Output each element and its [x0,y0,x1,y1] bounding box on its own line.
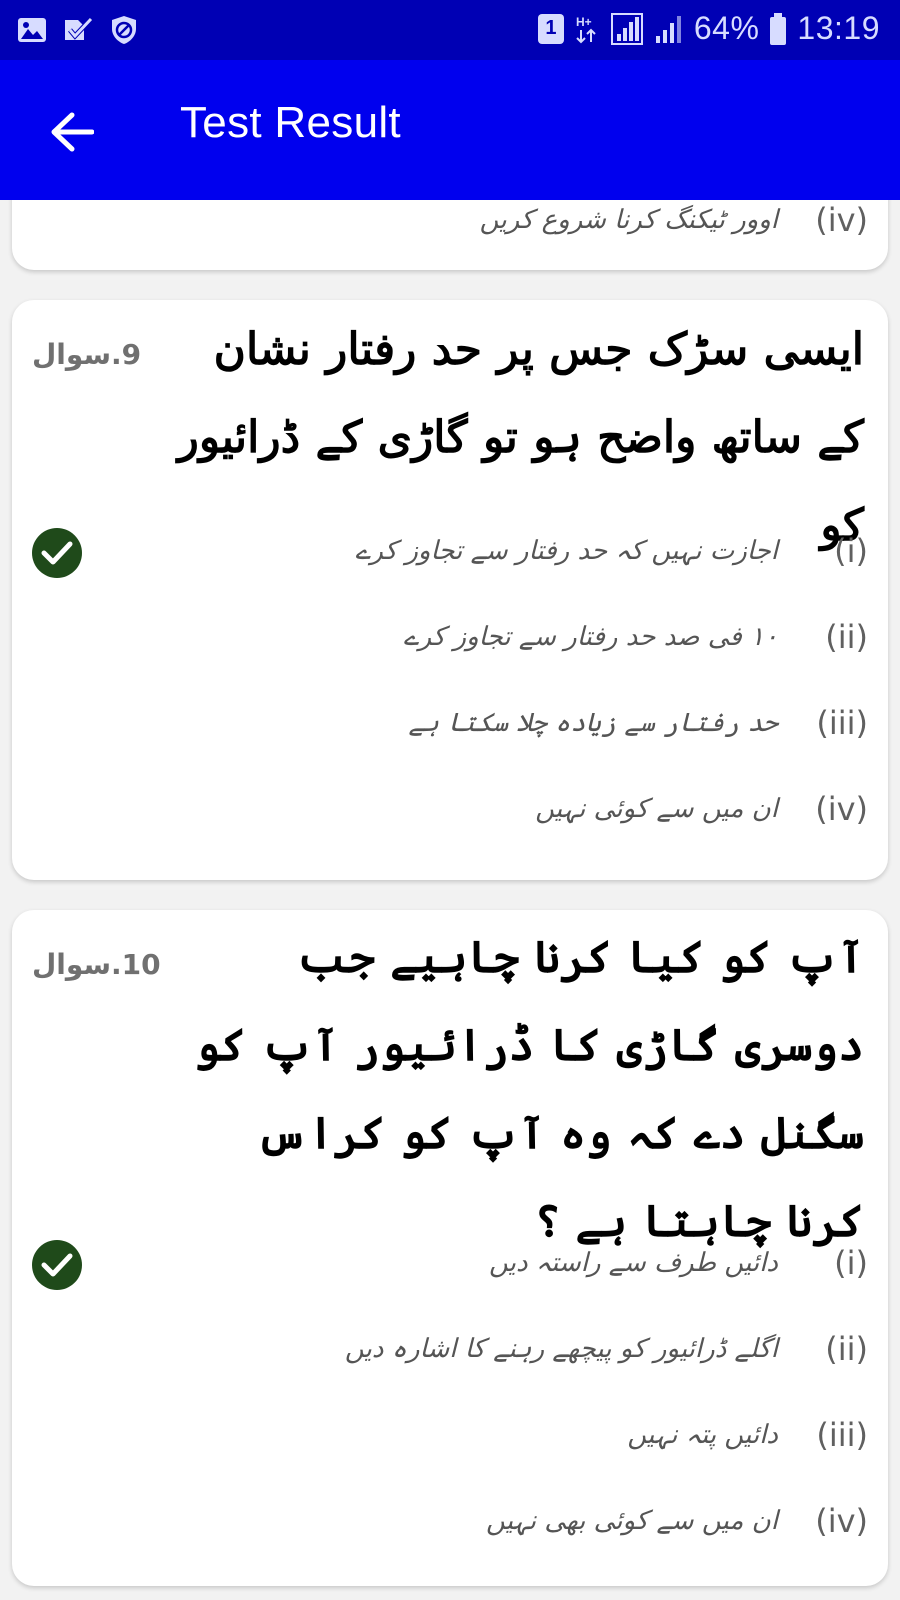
question-card: 10.سوال آپ کو کیا کرنا چاہیے جب دوسری گا… [12,910,888,1586]
question-text: آپ کو کیا کرنا چاہیے جب دوسری گاڑی کا ڈر… [194,932,864,1247]
shield-icon [112,16,136,44]
battery-percent: 64% [693,10,760,46]
option-text: ان میں سے کوئی نہیں [535,794,778,824]
option-text: دائیں پتہ نہیں [627,1420,778,1450]
option-label: (i) [834,532,868,570]
option-text: اوور ٹیکنگ کرنا شروع کریں [479,205,778,235]
signal-2-icon [655,15,681,43]
option-text: حد رفتار سے زیادہ چلا سکتا ہے [408,708,778,738]
option-row[interactable]: (iii) حد رفتار سے زیادہ چلا سکتا ہے [12,698,888,758]
option-row[interactable]: (iv) ان میں سے کوئی نہیں [12,784,888,844]
option-text: دائیں طرف سے راستہ دیں [489,1248,778,1278]
app-bar: Test Result [0,60,900,200]
status-bar: 1 H+ 64% 13:19 [0,0,900,60]
option-label: (i) [834,1244,868,1282]
question-number: 10.سوال [32,948,161,981]
option-label: (ii) [825,618,868,656]
option-text: اجازت نہیں کہ حد رفتار سے تجاوز کرے [355,536,778,566]
checklist-icon [65,17,93,40]
option-text: ان میں سے کوئی بھی نہیں [486,1506,778,1536]
option-text: اگلے ڈرائیور کو پیچھے رہنے کا اشارہ دیں [344,1334,778,1364]
option-text: ۱۰ فی صد حد رفتار سے تجاوز کرے [403,622,778,652]
option-label: (iv) [815,1502,868,1540]
option-label: (ii) [825,1330,868,1368]
question-card: 9.سوال ایسی سڑک جس پر حد رفتار نشان کے س… [12,300,888,880]
back-button[interactable] [40,100,104,164]
option-label: (iii) [816,1416,868,1454]
question-number: 9.سوال [32,338,142,371]
option-row[interactable]: (iv) ان میں سے کوئی بھی نہیں [12,1496,888,1556]
option-row[interactable]: (i) دائیں طرف سے راستہ دیں [12,1238,888,1298]
signal-icon [610,12,643,45]
arrow-back-icon [51,112,94,152]
option-row[interactable]: (iii) دائیں پتہ نہیں [12,1410,888,1470]
option-label: (iv) [815,201,868,239]
sim-badge: 1 [537,13,564,44]
option-row[interactable]: (ii) ۱۰ فی صد حد رفتار سے تجاوز کرے [12,612,888,672]
page-title: Test Result [180,98,401,147]
option-row[interactable]: (ii) اگلے ڈرائیور کو پیچھے رہنے کا اشارہ… [12,1324,888,1384]
option-row[interactable]: (i) اجازت نہیں کہ حد رفتار سے تجاوز کرے [12,526,888,586]
data-arrows-icon: H+ [576,15,596,43]
option-label: (iv) [815,790,868,828]
battery-icon [770,12,787,45]
svg-text:H+: H+ [576,15,592,29]
option-row[interactable]: (iv) اوور ٹیکنگ کرنا شروع کریں [12,195,888,255]
clock: 13:19 [797,10,880,46]
image-icon [18,18,46,42]
option-label: (iii) [816,704,868,742]
